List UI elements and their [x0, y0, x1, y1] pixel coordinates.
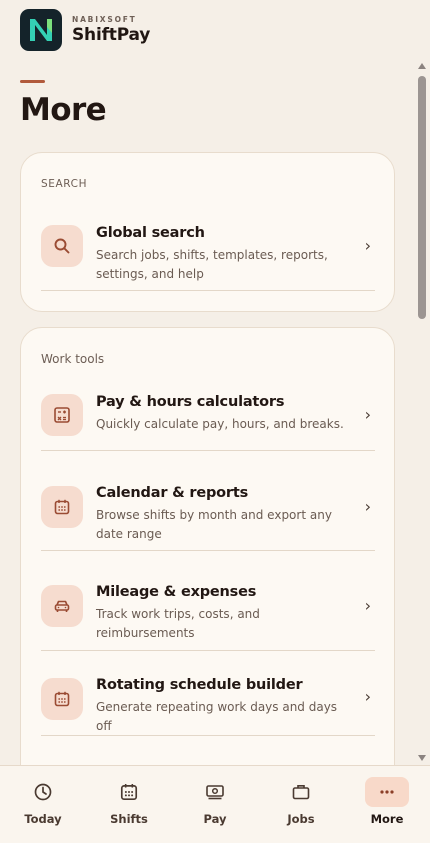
rotating-schedule-builder-title: Rotating schedule builder [96, 677, 303, 693]
chevron-right-icon: › [364, 687, 371, 706]
calendar-icon-tile [41, 486, 83, 528]
rotating-schedule-builder-row[interactable]: Rotating schedule builder Generate repea… [41, 677, 375, 736]
logo-n-icon [30, 19, 52, 41]
mileage-expenses-text: Mileage & expenses Track work trips, cos… [96, 584, 346, 643]
mileage-expenses-subtitle: Track work trips, costs, and reimburseme… [96, 607, 260, 640]
row-divider [41, 290, 375, 291]
rotating-schedule-builder-text: Rotating schedule builder Generate repea… [96, 677, 346, 736]
money-icon [193, 777, 237, 807]
mileage-expenses-title: Mileage & expenses [96, 584, 257, 600]
calculator-icon-tile [41, 394, 83, 436]
global-search-text: Global search Search jobs, shifts, templ… [96, 225, 346, 284]
brand-block: NABIXSOFT ShiftPay [72, 16, 150, 45]
rotating-schedule-builder-subtitle: Generate repeating work days and days of… [96, 700, 338, 733]
app-header: NABIXSOFT ShiftPay [20, 9, 150, 51]
tab-pay-label: Pay [203, 812, 227, 826]
briefcase-icon [279, 777, 323, 807]
tab-today-label: Today [24, 812, 62, 826]
calendar-icon [107, 777, 151, 807]
clock-icon [21, 777, 65, 807]
row-divider [41, 550, 375, 551]
company-name: NABIXSOFT [72, 14, 137, 24]
tab-shifts-label: Shifts [110, 812, 148, 826]
search-section-card: SEARCH Global search Search jobs, shifts… [20, 152, 395, 312]
calendar-icon [54, 499, 70, 515]
row-divider [41, 450, 375, 451]
global-search-row[interactable]: Global search Search jobs, shifts, templ… [41, 225, 375, 284]
calendar-reports-subtitle: Browse shifts by month and export any da… [96, 508, 332, 541]
pay-hours-calculators-subtitle: Quickly calculate pay, hours, and breaks… [96, 417, 344, 431]
global-search-title: Global search [96, 225, 205, 241]
shiftpay-logo[interactable] [20, 9, 62, 51]
pay-hours-calculators-row[interactable]: Pay & hours calculators Quickly calculat… [41, 394, 375, 436]
pay-hours-calculators-title: Pay & hours calculators [96, 394, 285, 410]
title-accent-rule [20, 80, 45, 83]
scroll-thumb[interactable] [418, 76, 426, 319]
mileage-expenses-row[interactable]: Mileage & expenses Track work trips, cos… [41, 584, 375, 643]
chevron-right-icon: › [364, 497, 371, 516]
app-name: ShiftPay [72, 25, 151, 46]
calendar-icon-tile [41, 678, 83, 720]
row-divider [41, 650, 375, 651]
bottom-tab-bar: Today Shifts Pay Jobs More [0, 765, 430, 843]
chevron-right-icon: › [364, 596, 371, 615]
pay-hours-calculators-text: Pay & hours calculators Quickly calculat… [96, 394, 346, 434]
work-tools-heading: Work tools [41, 352, 105, 366]
tab-jobs-label: Jobs [287, 812, 315, 826]
tab-more[interactable]: More [344, 766, 430, 843]
calendar-reports-title: Calendar & reports [96, 485, 249, 501]
work-tools-section-card: Work tools Pay & hours calculators Quick… [20, 327, 395, 787]
page-scrollbar[interactable] [415, 58, 429, 765]
row-divider [41, 735, 375, 736]
page-title: More [20, 92, 107, 128]
tab-today[interactable]: Today [0, 766, 86, 843]
tab-pay[interactable]: Pay [172, 766, 258, 843]
search-icon-tile [41, 225, 83, 267]
tab-jobs[interactable]: Jobs [258, 766, 344, 843]
calendar-reports-row[interactable]: Calendar & reports Browse shifts by mont… [41, 485, 375, 544]
tab-more-label: More [370, 812, 404, 826]
scroll-down-arrow-icon[interactable] [418, 755, 426, 761]
search-section-heading: SEARCH [41, 178, 88, 190]
calendar-reports-text: Calendar & reports Browse shifts by mont… [96, 485, 346, 544]
scroll-up-arrow-icon[interactable] [418, 63, 426, 69]
calculator-icon [54, 407, 70, 423]
car-icon-tile [41, 585, 83, 627]
chevron-right-icon: › [364, 405, 371, 424]
more-dots-icon [365, 777, 409, 807]
tab-shifts[interactable]: Shifts [86, 766, 172, 843]
search-icon [54, 238, 70, 254]
calendar-icon [54, 691, 70, 707]
global-search-subtitle: Search jobs, shifts, templates, reports,… [96, 248, 328, 281]
car-icon [54, 600, 70, 612]
chevron-right-icon: › [364, 236, 371, 255]
